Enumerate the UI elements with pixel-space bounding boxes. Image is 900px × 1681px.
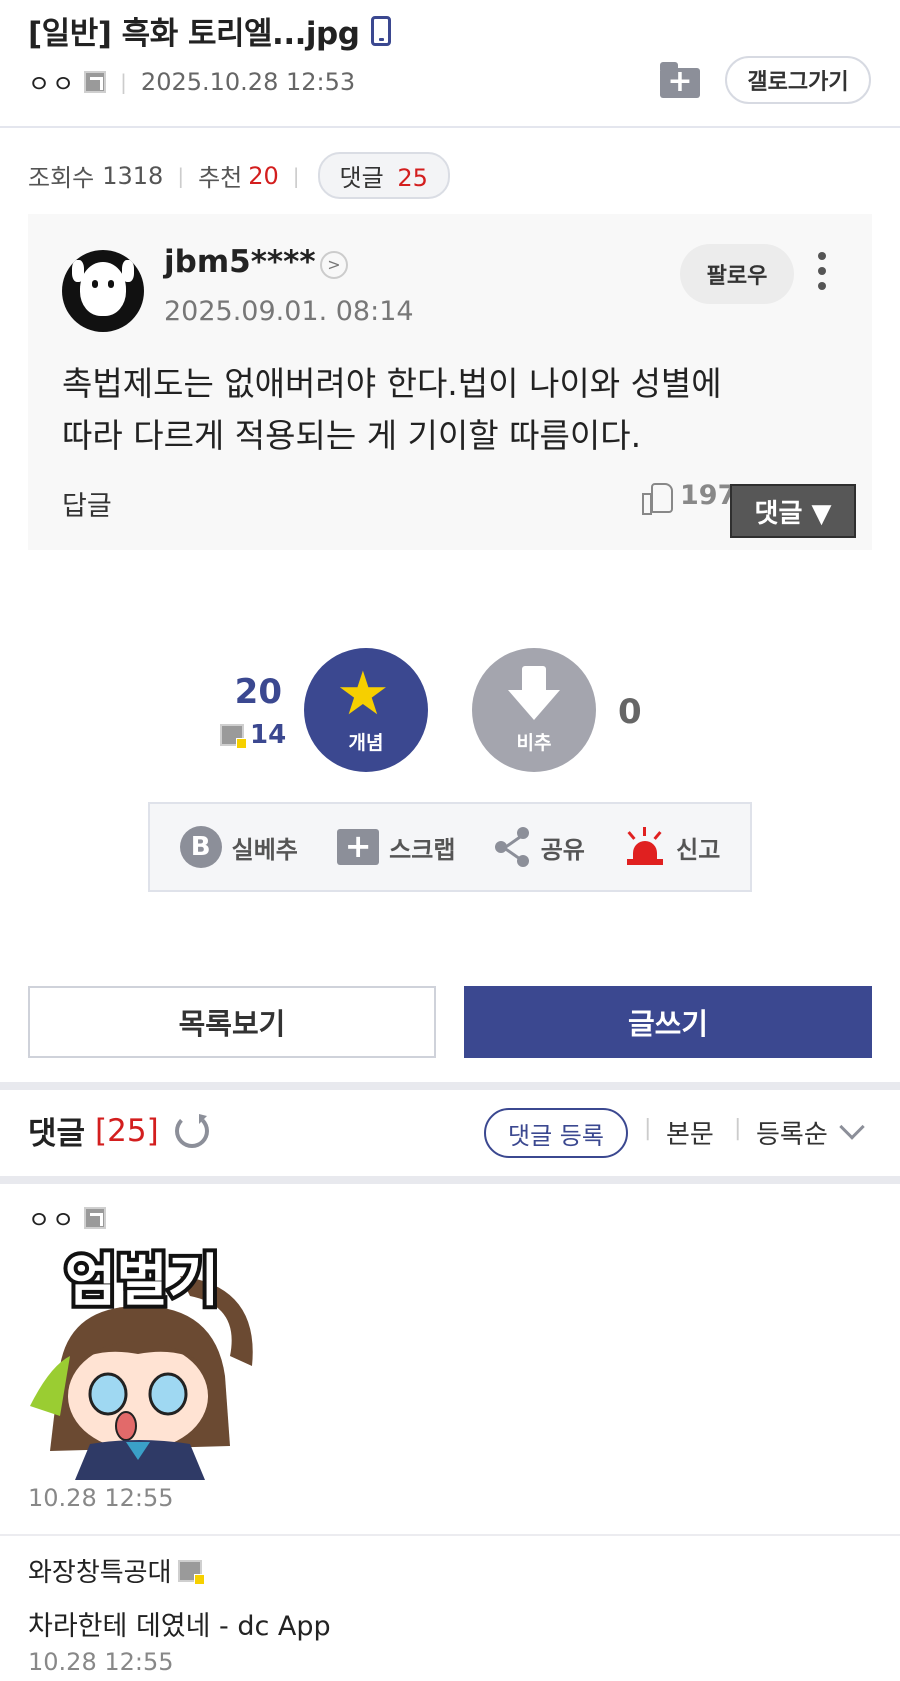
report-label: 신고 — [676, 835, 721, 864]
avatar-face — [80, 262, 126, 316]
comment-pill-count: 25 — [397, 164, 428, 192]
upvote-button[interactable]: ★ 개념 — [304, 648, 428, 772]
comment-pill-label: 댓글 — [339, 164, 384, 192]
embed-text-line: 촉법제도는 없애버려야 한다.법이 나이와 성별에 — [62, 364, 722, 403]
body-link[interactable]: 본문 — [666, 1114, 714, 1151]
comment-author[interactable]: ㅇㅇ — [28, 1200, 107, 1235]
comment-register-button[interactable]: 댓글 등록 — [484, 1108, 628, 1158]
comment-date: 10.28 12:55 — [28, 1484, 174, 1512]
gallog-badge-icon — [84, 70, 107, 93]
post-date: 2025.10.28 12:53 — [140, 67, 356, 96]
recommend-label: 추천 — [198, 164, 243, 192]
share-icon — [494, 827, 531, 867]
more-options-icon — [818, 252, 826, 290]
comments-title: 댓글 — [28, 1116, 86, 1152]
downvote-button[interactable]: 비추 — [472, 648, 596, 772]
thumbs-up-icon — [642, 481, 673, 515]
embed-comment-text: 촉법제도는 없애버려야 한다.법이 나이와 성별에 따라 다르게 적용되는 게 … — [62, 358, 822, 462]
best-label: 실베추 — [231, 835, 298, 864]
comment-text: 차라한테 데였네 - dc App — [28, 1611, 331, 1642]
section-divider — [0, 1176, 900, 1184]
comment-author-name: 와장창특공대 — [28, 1558, 172, 1588]
comment-count-pill[interactable]: 댓글 25 — [317, 152, 450, 199]
downvote-count: 0 — [618, 692, 642, 732]
post-meta: ㅇㅇ | 2025.10.28 12:53 — [28, 64, 355, 99]
embed-comment-toggle: 댓글 ▼ — [730, 484, 856, 538]
gallog-button[interactable]: 갤로그가기 — [725, 56, 871, 104]
comment-sticker-image: 엄벌기 — [30, 1246, 260, 1480]
sort-select[interactable]: 등록순 — [756, 1114, 828, 1151]
report-button[interactable]: 신고 — [624, 827, 720, 867]
siren-icon — [624, 827, 666, 867]
chevron-right-icon: > — [320, 251, 348, 279]
post-author[interactable]: ㅇㅇ — [28, 64, 76, 99]
views-count: 1318 — [102, 161, 164, 190]
fixed-upvote-count: 14 — [250, 720, 287, 750]
sticker-svg: 엄벌기 — [30, 1246, 253, 1480]
embedded-comment-image: jbm5**** > 2025.09.01. 08:14 팔로우 촉법제도는 없… — [28, 214, 872, 550]
comment-date: 10.28 12:55 — [28, 1648, 174, 1676]
gallog-badge-icon — [177, 1559, 205, 1585]
fixed-user-upvotes: 14 — [220, 720, 286, 750]
upvote-count: 20 — [234, 672, 282, 712]
scrap-label: 스크랩 — [389, 835, 456, 864]
share-label: 공유 — [540, 835, 585, 864]
views-label: 조회수 — [28, 164, 95, 192]
recommend-count: 20 — [248, 161, 279, 190]
comment-author-name: ㅇㅇ — [28, 1206, 77, 1234]
sticker-text: 엄벌기 — [65, 1249, 220, 1314]
ctrl-divider: | — [734, 1116, 742, 1141]
post-title-row: [일반] 흑화 토리엘...jpg — [28, 8, 392, 53]
avatar-eye — [92, 280, 98, 288]
downvote-label: 비추 — [516, 732, 552, 754]
meta-divider: | — [120, 69, 127, 94]
embed-date: 2025.09.01. 08:14 — [164, 296, 414, 327]
mobile-icon — [371, 15, 392, 46]
refresh-icon[interactable] — [174, 1113, 209, 1148]
stats-divider: | — [292, 163, 300, 188]
scrap-folder-icon: + — [337, 829, 380, 865]
header-divider — [0, 126, 900, 128]
comments-count: [25] — [95, 1112, 159, 1149]
comment-author[interactable]: 와장창특공대 — [28, 1552, 205, 1589]
folder-plus: + — [660, 67, 700, 98]
embed-username: jbm5**** — [164, 244, 316, 280]
section-divider — [0, 1082, 900, 1090]
arrow-down-icon — [508, 666, 560, 728]
embed-reply-label: 답글 — [62, 491, 112, 522]
follow-button: 팔로우 — [680, 244, 794, 304]
avatar — [62, 250, 144, 332]
embed-like: 197 — [642, 480, 737, 515]
folder-add-icon[interactable]: + — [660, 62, 700, 98]
list-button[interactable]: 목록보기 — [28, 986, 436, 1058]
avatar-eye — [108, 280, 114, 288]
upvote-label: 개념 — [348, 732, 384, 754]
comments-header: 댓글 [25] — [28, 1108, 209, 1153]
write-button[interactable]: 글쓰기 — [464, 986, 872, 1058]
best-icon: B — [179, 826, 222, 868]
stats-divider: | — [177, 163, 185, 188]
scrap-button[interactable]: + 스크랩 — [337, 829, 455, 865]
post-title: [일반] 흑화 토리엘...jpg — [28, 16, 360, 52]
star-icon: ★ — [336, 659, 390, 729]
best-recommend-button[interactable]: B 실베추 — [179, 826, 298, 868]
gallog-badge-icon — [84, 1206, 107, 1229]
embed-text-line: 따라 다르게 적용되는 게 기이할 따름이다. — [62, 416, 642, 455]
ctrl-divider: | — [644, 1116, 652, 1141]
post-stats: 조회수 1318 | 추천 20 | 댓글 25 — [28, 152, 450, 199]
share-button[interactable]: 공유 — [494, 827, 585, 867]
chevron-down-icon[interactable] — [839, 1114, 865, 1140]
gallog-badge-icon — [220, 724, 247, 749]
embed-like-count: 197 — [680, 480, 737, 511]
post-actions: B 실베추 + 스크랩 공유 신고 — [148, 802, 752, 892]
comment-divider — [0, 1534, 900, 1536]
